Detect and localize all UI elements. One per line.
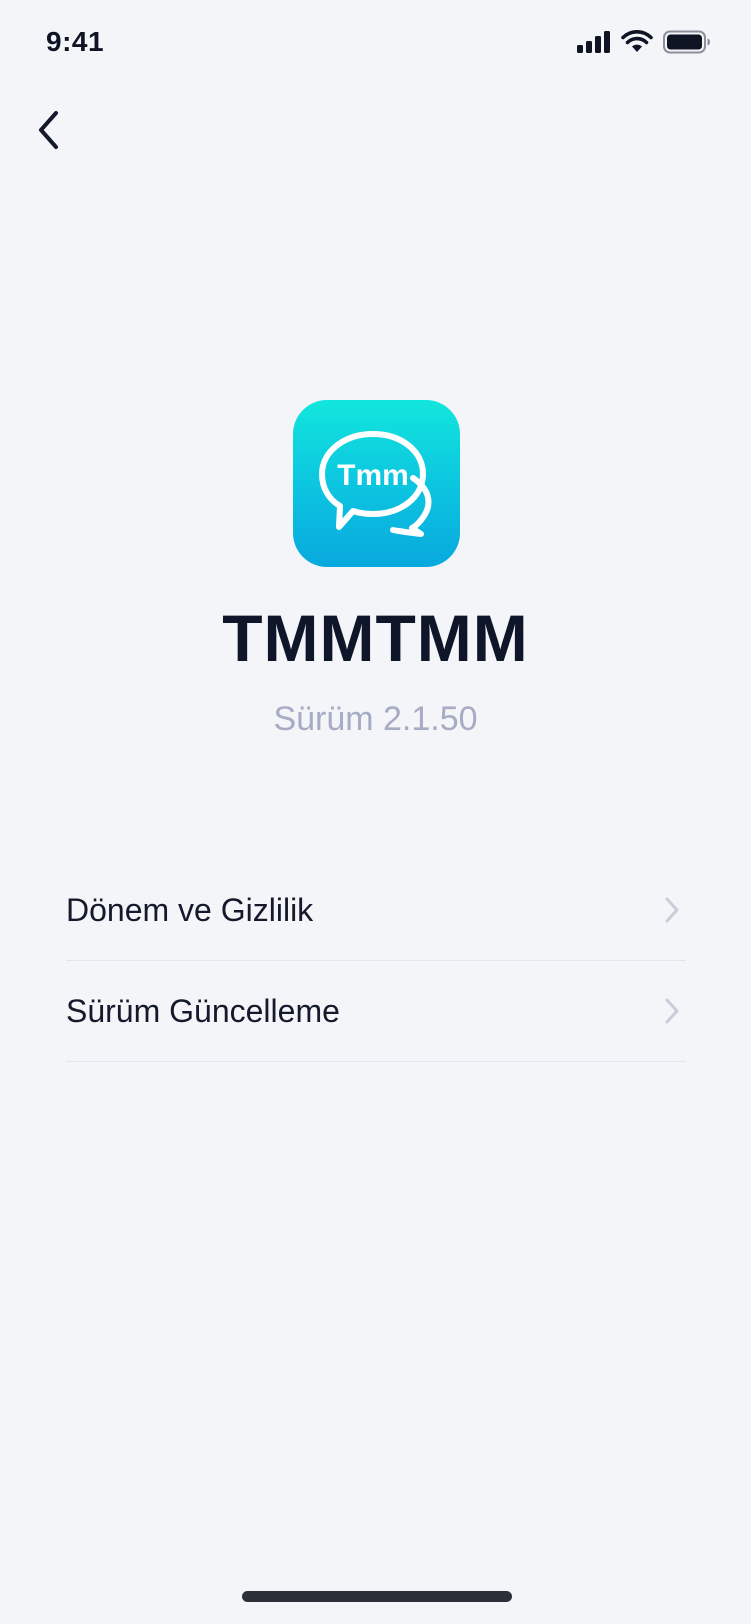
status-bar: 9:41 [0,0,751,92]
back-button[interactable] [26,104,70,160]
app-version: Sürüm 2.1.50 [273,700,478,738]
menu-item-label: Sürüm Güncelleme [66,992,340,1029]
menu-item-terms-privacy[interactable]: Dönem ve Gizlilik [66,860,686,961]
chevron-right-icon [662,895,682,925]
chevron-right-icon [662,996,682,1026]
status-time: 9:41 [46,26,105,57]
wifi-icon [621,30,653,59]
app-name: TMMTMM [222,601,529,675]
chevron-left-icon [36,110,60,155]
chat-bubbles-logo: Tmm [319,431,432,537]
settings-menu: Dönem ve Gizlilik Sürüm Güncelleme [66,860,686,1062]
app-icon: Tmm [293,400,460,567]
battery-icon [663,30,711,59]
menu-item-label: Dönem ve Gizlilik [66,891,314,928]
cellular-signal-icon [577,31,611,58]
menu-item-version-update[interactable]: Sürüm Güncelleme [66,961,686,1062]
app-icon-text: Tmm [337,459,409,492]
status-icons [577,30,711,59]
home-indicator[interactable] [242,1591,512,1602]
